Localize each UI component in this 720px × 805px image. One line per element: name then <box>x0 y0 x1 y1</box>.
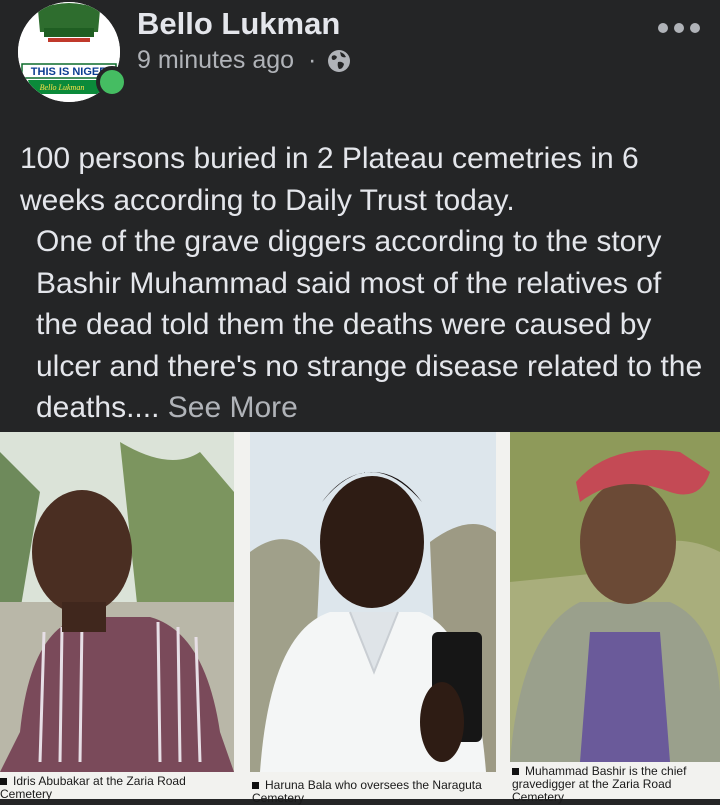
photo-muhammad-bashir <box>510 432 720 762</box>
photo-idris-abubakar <box>0 432 234 772</box>
caption-2: Haruna Bala who oversees the Naraguta Ce… <box>252 779 492 805</box>
post-meta: 9 minutes ago · <box>137 46 352 75</box>
meta-separator: · <box>308 46 317 74</box>
caption-1: Idris Abubakar at the Zaria Road Cemeter… <box>0 775 232 801</box>
post-body-text: 100 persons buried in 2 Plateau cemetrie… <box>20 138 710 429</box>
svg-text:Bello Lukman: Bello Lukman <box>40 83 85 92</box>
caption-3: Muhammad Bashir is the chief gravedigger… <box>512 765 717 804</box>
post-paragraph-2-text: One of the grave diggers according to th… <box>36 225 703 424</box>
post-header: THIS IS NIGER Bello Lukman Bello Lukman … <box>0 0 720 110</box>
post-timestamp[interactable]: 9 minutes ago <box>137 46 294 75</box>
see-more-link[interactable]: See More <box>168 391 298 424</box>
photo-haruna-bala <box>250 432 496 772</box>
author-name[interactable]: Bello Lukman <box>137 6 340 42</box>
caption-3-text: Muhammad Bashir is the chief gravedigger… <box>512 764 687 804</box>
post-paragraph-1: 100 persons buried in 2 Plateau cemetrie… <box>20 142 639 217</box>
caption-2-text: Haruna Bala who oversees the Naraguta Ce… <box>252 778 482 805</box>
more-options-icon[interactable] <box>658 18 700 38</box>
post-image[interactable]: Idris Abubakar at the Zaria Road Cemeter… <box>0 432 720 805</box>
globe-icon <box>326 48 352 74</box>
post-paragraph-2: One of the grave diggers according to th… <box>20 221 710 429</box>
online-status-indicator <box>96 66 128 98</box>
caption-1-text: Idris Abubakar at the Zaria Road Cemeter… <box>0 774 186 801</box>
